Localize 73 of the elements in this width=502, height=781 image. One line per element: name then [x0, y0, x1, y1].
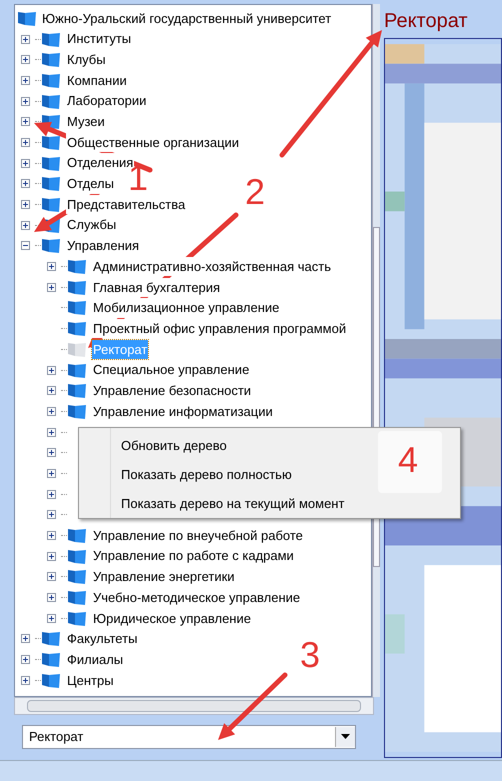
tree-item[interactable]: Мобилизационное управление: [92, 298, 280, 318]
expand-icon[interactable]: [21, 34, 30, 44]
folder-icon: [67, 589, 87, 606]
folder-icon: [41, 237, 61, 254]
expand-icon[interactable]: [47, 386, 56, 396]
folder-icon: [67, 362, 87, 379]
folder-icon: [41, 51, 61, 68]
menu-item[interactable]: Показать дерево на текущий момент: [111, 489, 344, 518]
expand-icon[interactable]: [47, 468, 56, 478]
folder-icon: [67, 299, 87, 316]
expand-icon[interactable]: [47, 552, 56, 561]
expand-icon[interactable]: [47, 490, 56, 499]
annotation-number: 2: [245, 172, 266, 212]
tree-item[interactable]: Административно-хозяйственная часть: [92, 256, 332, 276]
folder-icon: [67, 527, 87, 544]
folder-icon: [67, 278, 87, 296]
menu-item[interactable]: Показать дерево полностью: [111, 460, 344, 489]
folder-icon: [67, 568, 87, 586]
expand-icon[interactable]: [47, 510, 56, 520]
collapse-icon[interactable]: [21, 241, 30, 250]
folder-icon: [17, 10, 37, 27]
expand-icon[interactable]: [21, 55, 30, 64]
tree-item[interactable]: Представительства: [66, 194, 186, 214]
expand-icon[interactable]: [47, 406, 56, 416]
tree-item[interactable]: Главная бухгалтерия: [92, 278, 222, 298]
folder-icon: [67, 402, 87, 420]
expand-icon[interactable]: [21, 655, 30, 664]
expand-icon[interactable]: [21, 117, 30, 126]
annotation-arrow: [218, 672, 288, 740]
combo-box[interactable]: Ректорат: [22, 725, 356, 749]
expand-icon[interactable]: [47, 282, 56, 292]
horizontal-scrollbar[interactable]: [14, 697, 374, 715]
expand-icon[interactable]: [21, 76, 30, 85]
folder-icon: [67, 320, 87, 338]
folder-icon: [41, 72, 61, 89]
expand-icon[interactable]: [21, 220, 30, 230]
folder-icon: [41, 196, 61, 214]
folder-icon: [41, 134, 61, 151]
folder-icon: [67, 258, 87, 276]
expand-icon[interactable]: [21, 179, 30, 188]
annotation-number: 3: [300, 635, 320, 675]
expand-icon[interactable]: [47, 448, 56, 458]
expand-icon[interactable]: [21, 634, 30, 644]
tree-item[interactable]: Проектный офис управления программой: [92, 318, 348, 338]
panel-title: Ректорат: [384, 10, 469, 32]
dropdown-icon[interactable]: [335, 727, 355, 747]
folder-icon: [41, 92, 61, 110]
folder-icon: [41, 651, 61, 668]
expand-icon[interactable]: [47, 572, 56, 582]
folder-icon: [41, 175, 61, 192]
folder-icon: [67, 340, 87, 358]
expand-icon[interactable]: [21, 676, 30, 685]
expand-icon[interactable]: [47, 531, 56, 540]
folder-icon: [41, 30, 61, 48]
menu-item[interactable]: Обновить дерево: [111, 431, 344, 460]
expand-icon[interactable]: [47, 614, 56, 623]
folder-icon: [41, 154, 61, 172]
expand-icon[interactable]: [21, 200, 30, 210]
expand-icon[interactable]: [21, 158, 30, 168]
expand-icon[interactable]: [47, 593, 56, 602]
expand-icon[interactable]: [47, 262, 56, 272]
folder-icon: [41, 630, 61, 648]
expand-icon[interactable]: [21, 96, 30, 106]
expand-icon[interactable]: [47, 366, 56, 375]
tree-item[interactable]: Общественные организации: [66, 132, 240, 152]
folder-icon: [67, 382, 87, 400]
folder-icon: [67, 610, 87, 627]
folder-icon: [67, 548, 87, 565]
annotation-number: 4: [398, 440, 418, 480]
expand-icon[interactable]: [21, 138, 30, 147]
expand-icon[interactable]: [47, 428, 56, 437]
folder-icon: [41, 672, 61, 689]
tree-root[interactable]: Южно-Уральский государственный университет: [42, 8, 332, 28]
